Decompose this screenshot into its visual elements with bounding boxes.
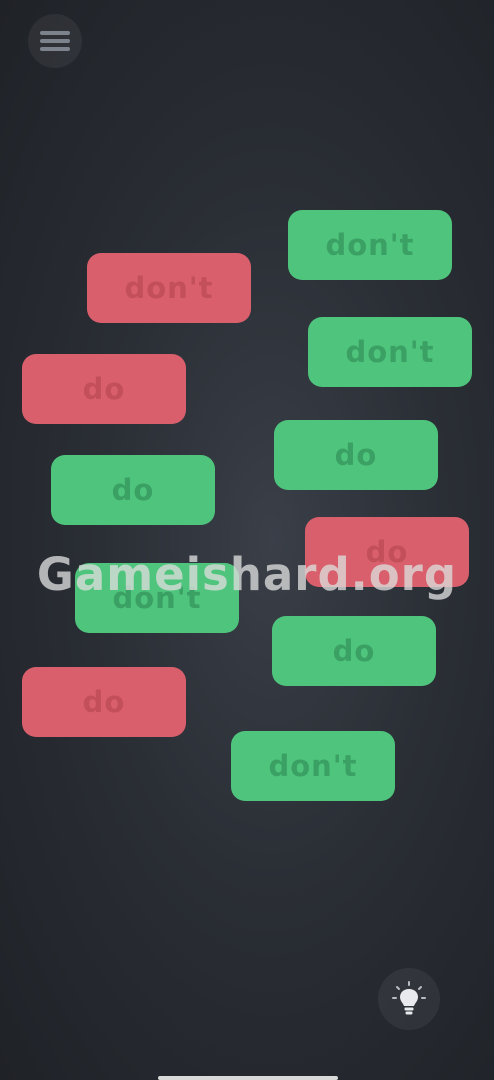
tile-dont-red[interactable]: don't xyxy=(87,253,251,323)
tile-dont-green[interactable]: don't xyxy=(288,210,452,280)
tile-do-red[interactable]: do xyxy=(22,667,186,737)
tile-dont-green[interactable]: don't xyxy=(231,731,395,801)
tile-do-red[interactable]: do xyxy=(22,354,186,424)
menu-icon-bar xyxy=(40,47,70,51)
tile-do-green[interactable]: do xyxy=(51,455,215,525)
tile-dont-green[interactable]: don't xyxy=(308,317,472,387)
tile-do-green[interactable]: do xyxy=(274,420,438,490)
watermark-text: Gameishard.org xyxy=(36,548,458,601)
hint-button[interactable] xyxy=(378,968,440,1030)
home-indicator xyxy=(158,1076,338,1080)
lightbulb-icon xyxy=(392,981,426,1015)
menu-icon-bar xyxy=(40,39,70,43)
tile-do-green[interactable]: do xyxy=(272,616,436,686)
hamburger-menu-icon xyxy=(40,31,70,35)
menu-button[interactable] xyxy=(28,14,82,68)
